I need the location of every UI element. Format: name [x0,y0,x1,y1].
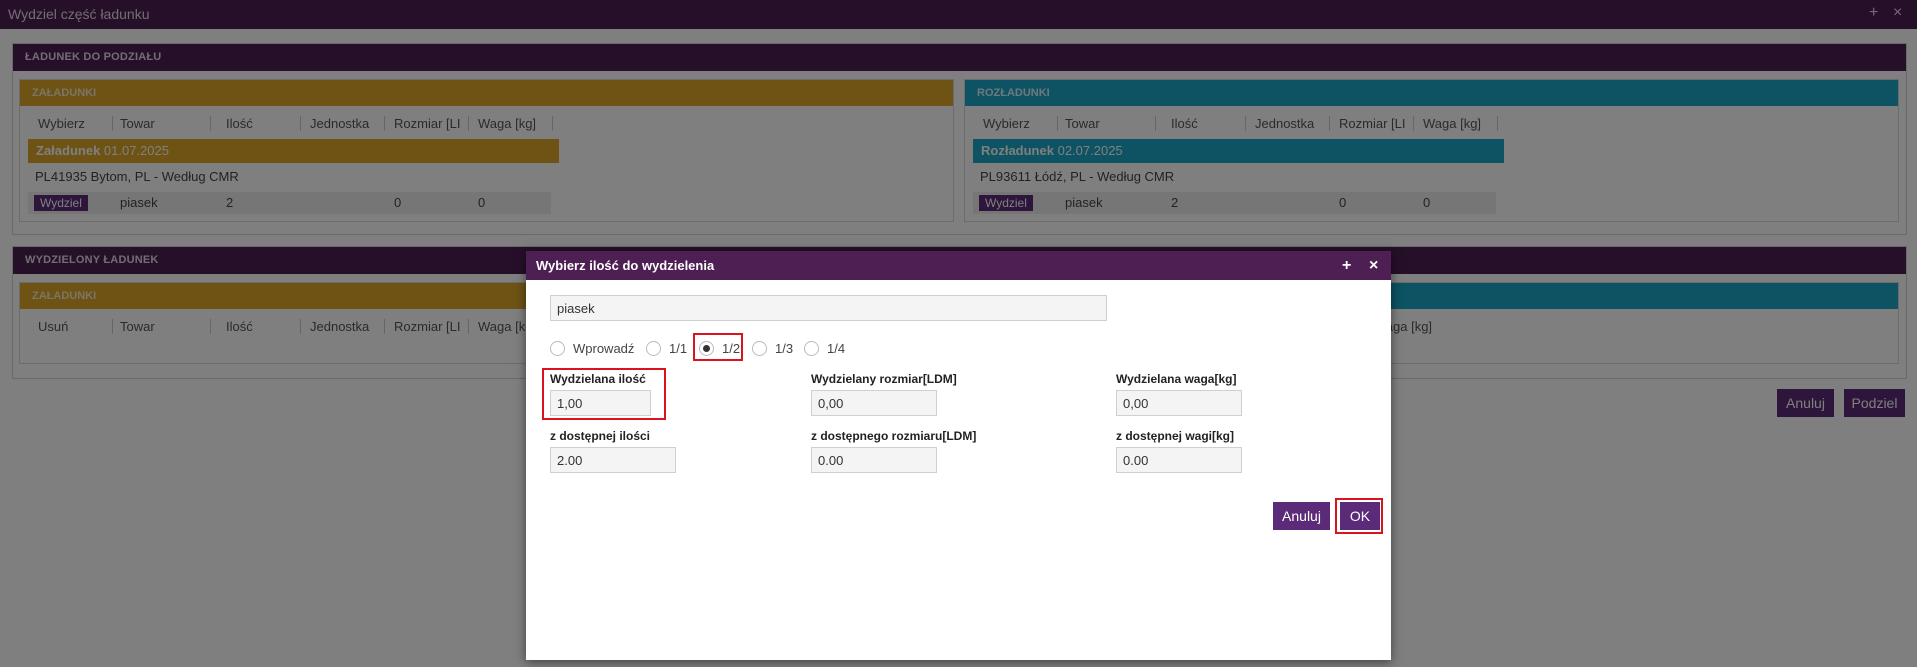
radio-option-1-1[interactable]: 1/1 [646,339,687,359]
available-weight-label: z dostępnej wagi[kg] [1116,429,1235,443]
radio-label: Wprowadź [573,341,635,356]
radio-icon[interactable] [550,341,565,356]
radio-option-1-4[interactable]: 1/4 [804,339,845,359]
highlight-box [693,333,743,361]
radio-icon[interactable] [646,341,661,356]
available-size-label: z dostępnego rozmiaru[LDM] [811,429,977,443]
weight-label: Wydzielana waga[kg] [1116,372,1237,386]
radio-label: 1/1 [669,341,688,356]
dialog-title: Wybierz ilość do wydzielenia [536,258,715,273]
quantity-dialog: Wybierz ilość do wydzielenia + × piasek … [526,251,1391,660]
weight-input[interactable]: 0,00 [1116,390,1242,416]
dialog-close-icon[interactable]: × [1369,251,1378,280]
radio-icon[interactable] [752,341,767,356]
available-weight-field: 0.00 [1116,447,1242,473]
available-size-field: 0.00 [811,447,937,473]
radio-option-enter[interactable]: Wprowadź [550,339,634,359]
dialog-add-icon[interactable]: + [1342,251,1351,280]
dialog-header: Wybierz ilość do wydzielenia + × [526,251,1391,280]
dialog-cancel-button[interactable]: Anuluj [1273,502,1330,530]
size-label: Wydzielany rozmiar[LDM] [811,372,957,386]
highlight-box [1335,498,1383,534]
available-qty-label: z dostępnej ilości [550,429,651,443]
radio-icon[interactable] [804,341,819,356]
highlight-box [542,368,666,420]
size-input[interactable]: 0,00 [811,390,937,416]
radio-option-1-3[interactable]: 1/3 [752,339,793,359]
available-qty-field: 2.00 [550,447,676,473]
product-field[interactable]: piasek [550,295,1107,321]
radio-label: 1/3 [775,341,794,356]
radio-label: 1/4 [827,341,846,356]
